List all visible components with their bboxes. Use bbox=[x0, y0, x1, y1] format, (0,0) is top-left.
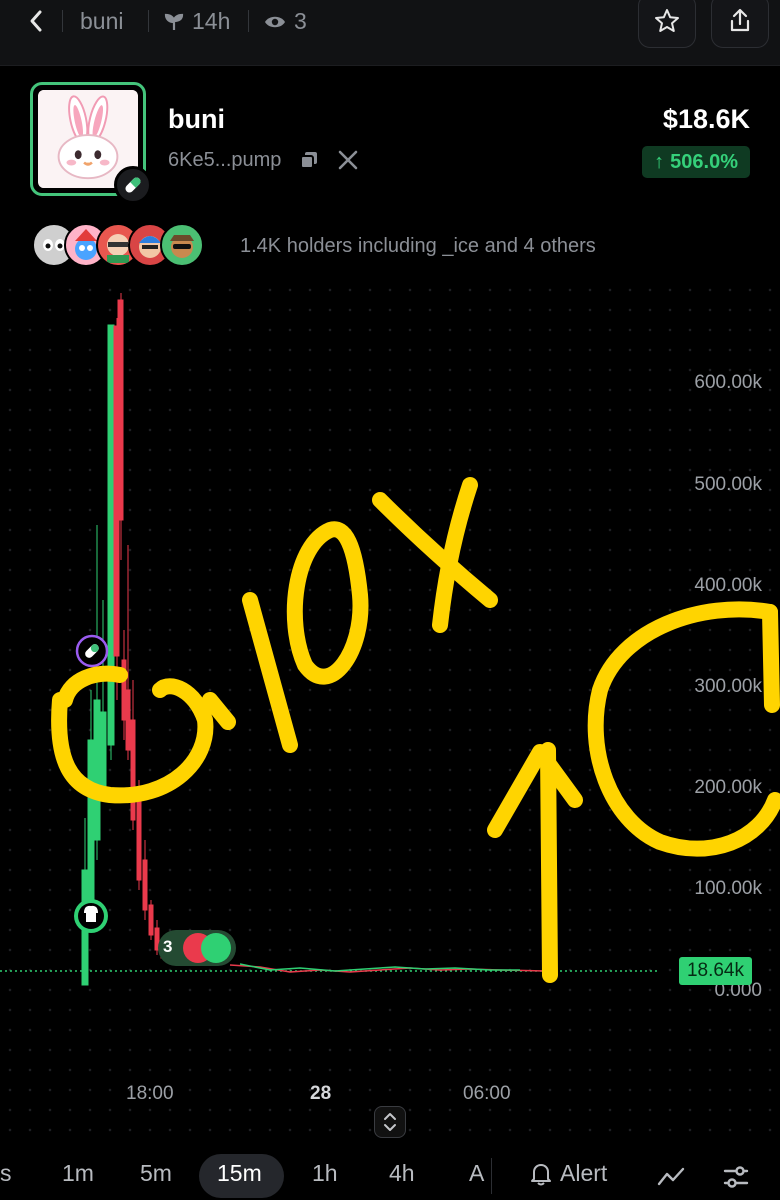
trade-badge-count: 3 bbox=[163, 937, 173, 956]
candlestick-chart[interactable] bbox=[0, 0, 780, 1200]
expand-chart-button[interactable] bbox=[374, 1106, 406, 1138]
indicator-line-icon[interactable] bbox=[657, 1166, 685, 1188]
chevron-up-down-icon bbox=[384, 1113, 396, 1131]
current-price-tag: 18.64k bbox=[678, 957, 752, 985]
bell-icon bbox=[531, 1163, 551, 1185]
flat-candles bbox=[229, 963, 546, 973]
alert-label: Alert bbox=[560, 1160, 608, 1186]
pill-marker-icon bbox=[75, 634, 109, 668]
alert-button[interactable]: Alert bbox=[530, 1160, 607, 1187]
settings-sliders-icon[interactable] bbox=[722, 1164, 750, 1190]
timeframe-partial[interactable]: s bbox=[0, 1160, 12, 1187]
timeframe-1m[interactable]: 1m bbox=[62, 1160, 94, 1187]
timeframe-5m[interactable]: 5m bbox=[140, 1160, 172, 1187]
x-axis-tick: 06:00 bbox=[463, 1083, 511, 1104]
timeframe-partial[interactable]: A bbox=[469, 1160, 484, 1187]
hand-drawn-annotation bbox=[51, 477, 780, 983]
x-axis-tick: 28 bbox=[310, 1083, 332, 1104]
toolbar-divider bbox=[491, 1158, 492, 1194]
x-axis-tick: 18:00 bbox=[126, 1083, 174, 1104]
timeframe-15m[interactable]: 15m bbox=[217, 1160, 262, 1187]
timeframe-1h[interactable]: 1h bbox=[312, 1160, 338, 1187]
chef-hat-marker-icon bbox=[74, 899, 108, 933]
red-candles bbox=[113, 293, 166, 960]
timeframe-4h[interactable]: 4h bbox=[389, 1160, 415, 1187]
